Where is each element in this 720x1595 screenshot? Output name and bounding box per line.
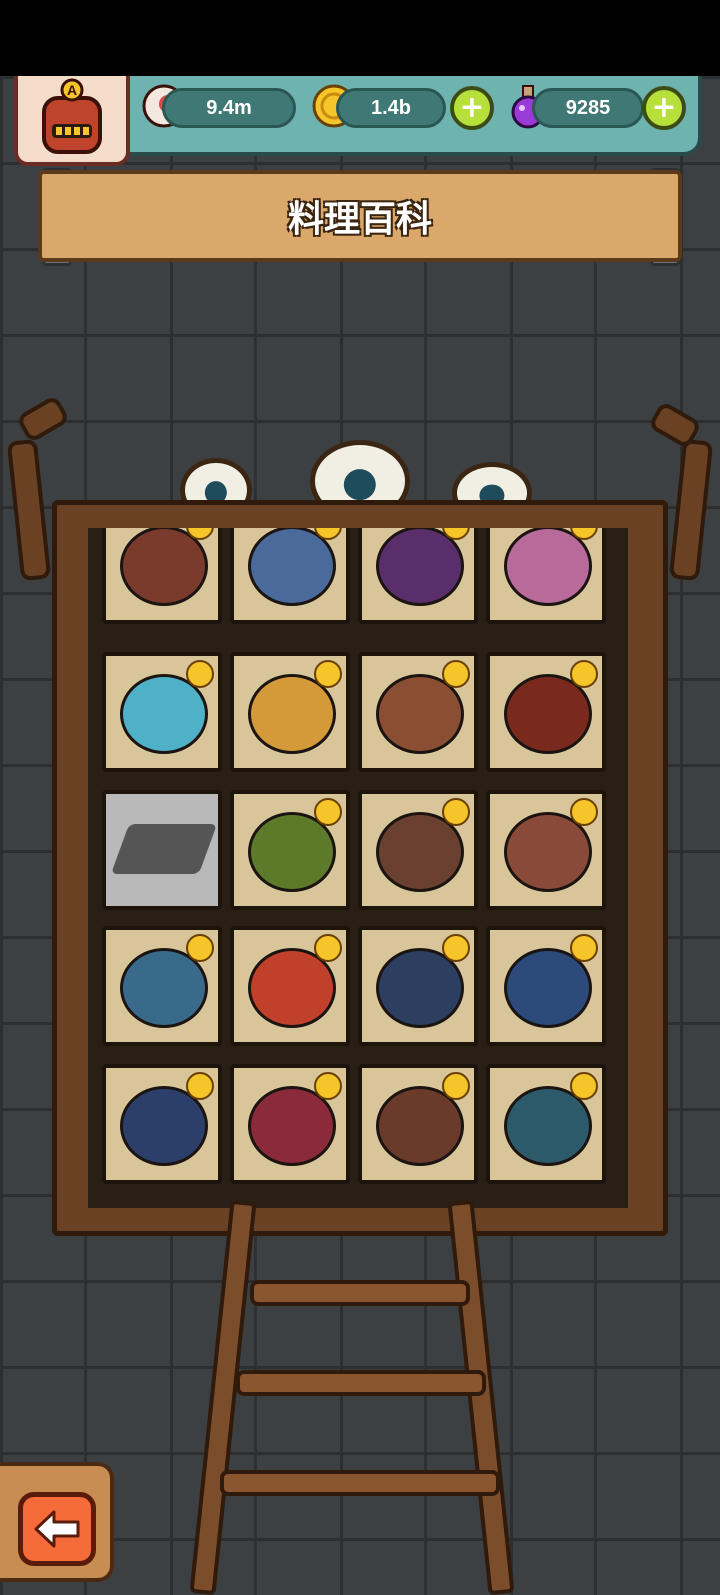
recipe-card[interactable] bbox=[102, 652, 222, 772]
rating-badge-icon bbox=[314, 1072, 342, 1100]
recipe-card[interactable] bbox=[486, 528, 606, 624]
rating-badge-icon bbox=[314, 798, 342, 826]
dish-image bbox=[248, 528, 336, 606]
recipe-card[interactable] bbox=[358, 528, 478, 624]
ladder-rung bbox=[220, 1470, 500, 1496]
recipe-card[interactable] bbox=[486, 1064, 606, 1184]
rating-badge-icon bbox=[442, 934, 470, 962]
recipe-card-locked[interactable] bbox=[102, 790, 222, 910]
coins-value: 1.4b bbox=[370, 96, 412, 119]
rating-badge-icon bbox=[442, 798, 470, 826]
back-button[interactable] bbox=[18, 1492, 96, 1566]
rating-badge-icon bbox=[186, 660, 214, 688]
left-arrow-icon bbox=[34, 1510, 80, 1548]
dish-image bbox=[504, 528, 592, 606]
recipe-card[interactable] bbox=[102, 926, 222, 1046]
recipe-card[interactable] bbox=[486, 652, 606, 772]
recipe-card[interactable] bbox=[102, 528, 222, 624]
recipe-card[interactable] bbox=[230, 652, 350, 772]
status-bar bbox=[0, 0, 720, 76]
page-title: 料理百科 bbox=[287, 199, 432, 240]
recipe-card[interactable] bbox=[358, 652, 478, 772]
ladder-rung bbox=[250, 1280, 470, 1306]
recipe-grid[interactable] bbox=[88, 528, 628, 1208]
recipe-card[interactable] bbox=[486, 790, 606, 910]
rating-badge-icon bbox=[570, 798, 598, 826]
rating-badge-icon bbox=[570, 934, 598, 962]
plus-icon: + bbox=[459, 90, 485, 125]
eyeballs-value: 9.4m bbox=[206, 96, 252, 119]
ladder-rung bbox=[236, 1370, 486, 1396]
rating-badge-icon bbox=[442, 660, 470, 688]
recipe-card[interactable] bbox=[102, 1064, 222, 1184]
rating-badge-icon bbox=[314, 934, 342, 962]
rating-badge-icon bbox=[186, 934, 214, 962]
add-coins-button[interactable]: + bbox=[450, 86, 494, 130]
monster-avatar-icon: A bbox=[42, 78, 102, 154]
dish-image bbox=[120, 528, 208, 606]
recipe-card[interactable] bbox=[230, 528, 350, 624]
add-potions-button[interactable]: + bbox=[642, 86, 686, 130]
recipe-card[interactable] bbox=[230, 790, 350, 910]
recipe-card[interactable] bbox=[230, 1064, 350, 1184]
eyeballs-counter: 9.4m bbox=[162, 88, 296, 128]
potions-counter: 9285 bbox=[532, 88, 644, 128]
coins-counter: 1.4b bbox=[336, 88, 446, 128]
potions-value: 9285 bbox=[565, 96, 611, 119]
recipe-card[interactable] bbox=[358, 790, 478, 910]
player-avatar[interactable]: A bbox=[14, 76, 130, 166]
recipe-card[interactable] bbox=[486, 926, 606, 1046]
recipe-card[interactable] bbox=[358, 926, 478, 1046]
rating-badge-icon bbox=[570, 1072, 598, 1100]
recipe-card[interactable] bbox=[230, 926, 350, 1046]
empty-plate-icon bbox=[110, 824, 218, 874]
rating-badge-icon bbox=[314, 660, 342, 688]
rating-badge-icon bbox=[570, 660, 598, 688]
rating-badge-icon bbox=[442, 1072, 470, 1100]
rating-badge-icon bbox=[186, 1072, 214, 1100]
avatar-letter: A bbox=[67, 82, 77, 98]
recipe-card[interactable] bbox=[358, 1064, 478, 1184]
plus-icon: + bbox=[651, 90, 677, 125]
dish-image bbox=[376, 528, 464, 606]
